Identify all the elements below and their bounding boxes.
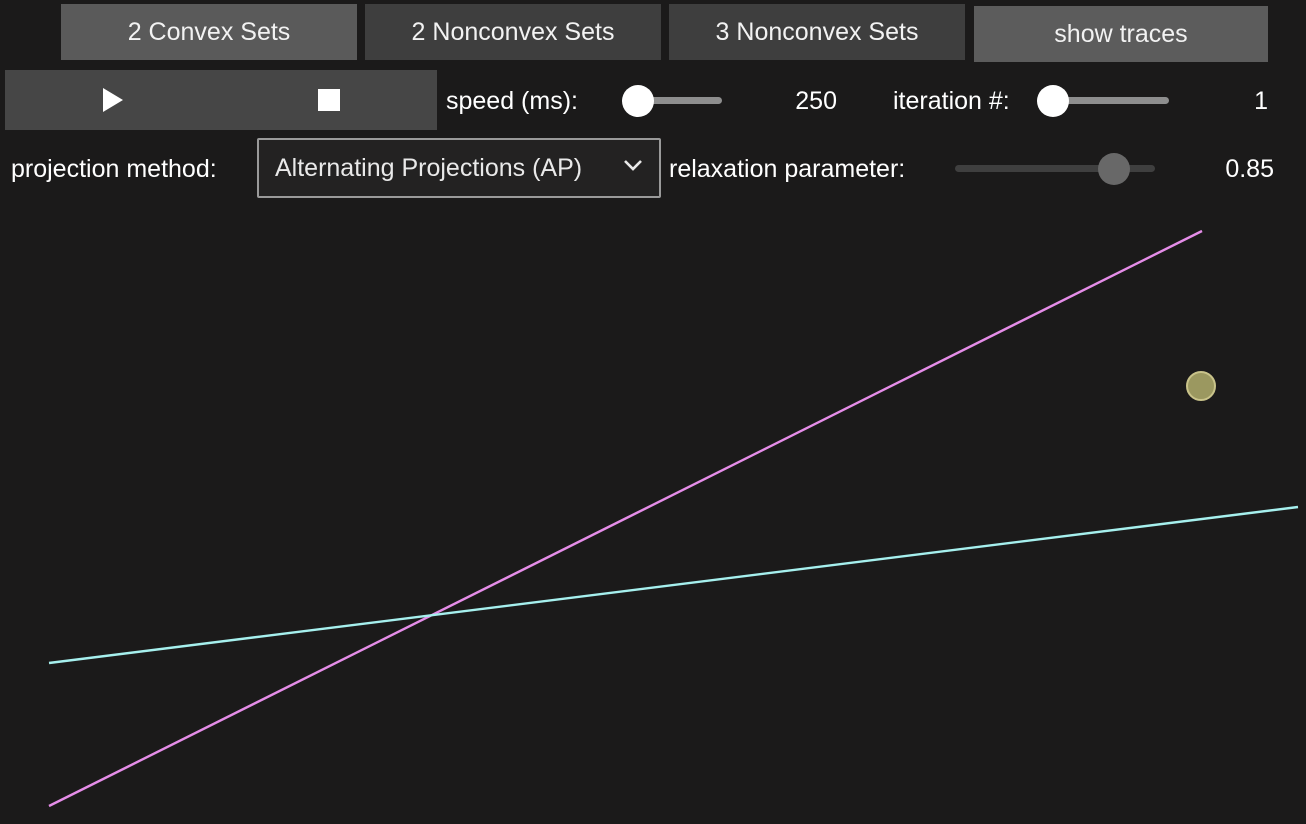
speed-slider-thumb[interactable]: [622, 85, 654, 117]
two-nonconvex-sets-button[interactable]: 2 Nonconvex Sets: [365, 4, 661, 60]
stop-button[interactable]: [221, 70, 437, 130]
speed-slider[interactable]: [622, 85, 722, 117]
speed-value: 250: [795, 87, 837, 115]
set-a-line: [48, 229, 1203, 808]
two-convex-sets-button[interactable]: 2 Convex Sets: [61, 4, 357, 60]
iteration-slider-thumb[interactable]: [1037, 85, 1069, 117]
show-traces-button[interactable]: show traces: [972, 4, 1270, 64]
projection-method-selected: Alternating Projections (AP): [275, 153, 583, 182]
iteration-slider[interactable]: [1037, 85, 1169, 117]
iteration-label: iteration #:: [893, 87, 1010, 115]
playback-controls: [5, 70, 437, 130]
relaxation-value: 0.85: [1225, 155, 1274, 183]
app-root: 2 Convex Sets 2 Nonconvex Sets 3 Nonconv…: [0, 0, 1306, 824]
chevron-down-icon: [624, 160, 642, 171]
iteration-value: 1: [1254, 87, 1268, 115]
relaxation-parameter-label: relaxation parameter:: [669, 155, 906, 183]
speed-label: speed (ms):: [446, 87, 578, 115]
set-b-line: [48, 505, 1299, 665]
play-button[interactable]: [5, 70, 221, 130]
three-nonconvex-sets-button[interactable]: 3 Nonconvex Sets: [669, 4, 965, 60]
projection-method-label: projection method:: [11, 155, 217, 183]
projection-method-select[interactable]: Alternating Projections (AP): [257, 138, 661, 198]
iterate-point[interactable]: [1186, 371, 1216, 401]
stop-icon: [318, 89, 340, 111]
projection-canvas[interactable]: [0, 210, 1306, 824]
play-icon: [103, 88, 123, 112]
relaxation-slider[interactable]: [955, 153, 1155, 185]
relaxation-slider-thumb[interactable]: [1097, 153, 1130, 185]
